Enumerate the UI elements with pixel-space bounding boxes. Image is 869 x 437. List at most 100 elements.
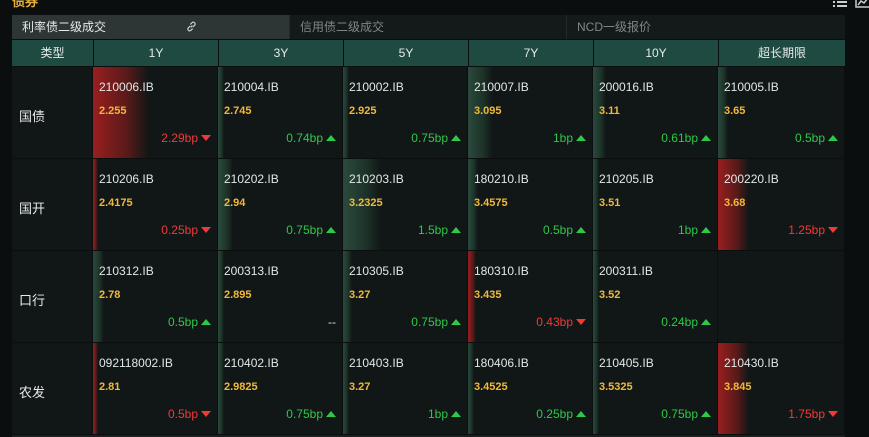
bond-code: 210004.IB [224, 80, 279, 94]
panel-title: 债券 [12, 0, 39, 9]
bp-change-value: 0.75bp [661, 407, 698, 421]
bp-change: -- [328, 315, 336, 329]
bp-change-value: 0.5bp [794, 131, 825, 145]
bp-change: 1.25bp [788, 223, 838, 237]
tab-ncd-primary-quote[interactable]: NCD一级报价 [567, 15, 845, 39]
bond-code: 200313.IB [224, 264, 279, 278]
triangle-up-icon [451, 135, 461, 141]
bp-change: 1bp [428, 407, 461, 421]
bp-change: 0.75bp [411, 315, 461, 329]
bond-cell[interactable]: 180210.IB 3.4575 0.5bp [468, 159, 593, 250]
bond-code: 180310.IB [474, 264, 529, 278]
triangle-up-icon [701, 135, 711, 141]
bond-cell[interactable]: 210002.IB 2.925 0.75bp [343, 67, 468, 158]
matrix-row: 口行 210312.IB 2.78 0.5bp 200313.IB 2.895 -- 2103… [12, 250, 845, 342]
heat-bar [93, 343, 98, 434]
triangle-up-icon [576, 227, 586, 233]
bond-yield: 3.68 [724, 197, 746, 209]
chart-icon[interactable] [855, 0, 869, 8]
bp-change-value: 0.43bp [536, 315, 573, 329]
col-header-7y[interactable]: 7Y [469, 40, 594, 66]
bond-cell[interactable]: 200016.IB 3.11 0.61bp [593, 67, 718, 158]
tab-label: 利率债二级成交 [22, 20, 107, 34]
bond-cell[interactable]: 210405.IB 3.5325 0.75bp [593, 343, 718, 434]
bp-change: 0.5bp [543, 223, 586, 237]
bond-cell[interactable]: 210004.IB 2.745 0.74bp [218, 67, 343, 158]
bond-cell[interactable]: 210203.IB 3.2325 1.5bp [343, 159, 468, 250]
heat-bar [93, 159, 98, 250]
matrix-body: 国债 210006.IB 2.255 2.29bp 210004.IB 2.745 0.74… [12, 66, 845, 434]
bp-change-value: 0.61bp [661, 131, 698, 145]
col-header-3y[interactable]: 3Y [219, 40, 344, 66]
bond-cell[interactable]: 210430.IB 3.845 1.75bp [718, 343, 844, 434]
bp-change: 0.75bp [411, 131, 461, 145]
bond-cell[interactable]: 200311.IB 3.52 0.24bp [593, 251, 718, 342]
bond-yield: 3.2325 [349, 197, 383, 209]
bond-cell[interactable]: 210206.IB 2.4175 0.25bp [93, 159, 218, 250]
bp-change-value: 0.5bp [167, 407, 198, 421]
bond-cell[interactable]: 210305.IB 3.27 0.75bp [343, 251, 468, 342]
bp-change: 0.5bp [795, 131, 838, 145]
triangle-down-icon [201, 135, 211, 141]
bond-yield: 2.925 [349, 105, 377, 117]
bond-yield: 2.895 [224, 289, 252, 301]
bp-change-value: 0.74bp [286, 131, 323, 145]
bond-cell[interactable]: 200313.IB 2.895 -- [218, 251, 343, 342]
col-header-10y[interactable]: 10Y [594, 40, 719, 66]
bond-cell[interactable]: 210402.IB 2.9825 0.75bp [218, 343, 343, 434]
bp-change-value: 0.24bp [661, 315, 698, 329]
bond-matrix: 类型 1Y 3Y 5Y 7Y 10Y 超长期限 国债 210006.IB 2.255… [12, 40, 845, 434]
bond-cell[interactable]: 180406.IB 3.4525 0.25bp [468, 343, 593, 434]
bond-code: 210312.IB [99, 264, 154, 278]
bp-change: 0.74bp [286, 131, 336, 145]
bp-change-value: 0.75bp [286, 223, 323, 237]
bond-yield: 3.435 [474, 289, 502, 301]
col-header-1y[interactable]: 1Y [94, 40, 219, 66]
tab-rate-bond-secondary[interactable]: 利率债二级成交 [12, 15, 290, 39]
bond-yield: 2.81 [99, 381, 121, 393]
bond-cell[interactable]: 180310.IB 3.435 0.43bp [468, 251, 593, 342]
bond-yield: 2.78 [99, 289, 121, 301]
list-icon[interactable] [833, 0, 847, 8]
bond-yield: 3.845 [724, 381, 752, 393]
col-header-5y[interactable]: 5Y [344, 40, 469, 66]
bond-cell[interactable]: 210006.IB 2.255 2.29bp [93, 67, 218, 158]
bp-change-value: 1bp [427, 407, 448, 421]
row-label: 国债 [12, 67, 93, 158]
bp-change-value: 1.75bp [788, 407, 825, 421]
bp-change: 0.43bp [536, 315, 586, 329]
bond-yield: 3.27 [349, 381, 371, 393]
bond-yield: 3.5325 [599, 381, 633, 393]
bond-code: 210007.IB [474, 80, 529, 94]
bond-yield: 3.11 [599, 105, 620, 117]
bond-cell[interactable]: 210202.IB 2.94 0.75bp [218, 159, 343, 250]
tab-bar: 利率债二级成交 信用债二级成交 NCD一级报价 [12, 15, 845, 39]
bp-change: 1.5bp [418, 223, 461, 237]
bond-yield: 3.095 [474, 105, 502, 117]
bp-change-value: 1.25bp [788, 223, 825, 237]
bond-code: 210005.IB [724, 80, 779, 94]
row-label: 国开 [12, 159, 93, 250]
bond-yield: 3.52 [599, 289, 621, 301]
bond-cell[interactable]: 200220.IB 3.68 1.25bp [718, 159, 844, 250]
matrix-row: 农发 092118002.IB 2.81 0.5bp 210402.IB 2.9825 0.… [12, 342, 845, 434]
bp-change-value: 1bp [552, 131, 573, 145]
bond-cell[interactable]: 210205.IB 3.51 1bp [593, 159, 718, 250]
bp-change: 1bp [553, 131, 586, 145]
bond-cell[interactable]: 210312.IB 2.78 0.5bp [93, 251, 218, 342]
col-header-type: 类型 [12, 40, 94, 66]
bond-cell [718, 251, 844, 342]
link-icon[interactable] [186, 21, 197, 32]
triangle-up-icon [576, 135, 586, 141]
triangle-down-icon [828, 227, 838, 233]
triangle-up-icon [701, 319, 711, 325]
triangle-up-icon [451, 411, 461, 417]
bond-cell[interactable]: 210005.IB 3.65 0.5bp [718, 67, 844, 158]
bond-cell[interactable]: 210007.IB 3.095 1bp [468, 67, 593, 158]
bond-cell[interactable]: 092118002.IB 2.81 0.5bp [93, 343, 218, 434]
triangle-up-icon [326, 411, 336, 417]
bp-change-value: 0.25bp [161, 223, 198, 237]
col-header-ultra-long[interactable]: 超长期限 [719, 40, 845, 66]
bond-cell[interactable]: 210403.IB 3.27 1bp [343, 343, 468, 434]
tab-credit-bond-secondary[interactable]: 信用债二级成交 [290, 15, 567, 39]
